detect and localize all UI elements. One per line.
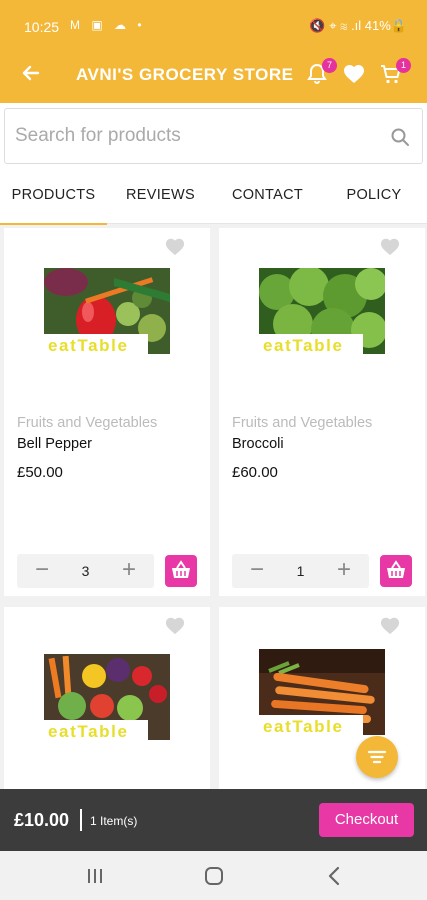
basket-icon [387, 560, 405, 578]
product-card[interactable]: eatTable Fruits and Vegetables Broccoli … [219, 228, 425, 596]
app-bar: AVNI'S GROCERY STORE 7 1 [0, 50, 427, 100]
brand-logo-strip: eatTable [259, 715, 363, 739]
product-card[interactable]: eatTable Fruits and Vegetables Bell Pepp… [4, 228, 210, 596]
brand-logo-strip: eatTable [44, 720, 148, 744]
notifications-button[interactable]: 7 [305, 58, 337, 88]
recents-icon[interactable] [80, 863, 110, 889]
tab-policy[interactable]: POLICY [321, 167, 427, 224]
home-icon[interactable] [199, 863, 229, 889]
minus-icon[interactable]: − [25, 554, 59, 588]
heart-icon [344, 65, 364, 83]
quantity-value: 3 [81, 563, 90, 579]
tab-products[interactable]: PRODUCTS [0, 167, 107, 225]
product-price: £60.00 [232, 464, 278, 481]
wishlist-button[interactable] [342, 62, 368, 88]
minus-icon[interactable]: − [240, 554, 274, 588]
app-header: 10:25 M ▣ ☁ • 🔇 ⌖ ≋ .ıl 41%🔒 AVNI'S GROC… [0, 0, 427, 103]
divider [80, 809, 82, 831]
cart-summary-bar: £10.00 1 Item(s) Checkout [0, 789, 427, 851]
cart-total: £10.00 [14, 810, 70, 830]
search-icon[interactable] [390, 127, 410, 147]
brand-logo-strip: eatTable [259, 334, 363, 358]
product-name[interactable]: Broccoli [232, 436, 284, 452]
quantity-value: 1 [296, 563, 305, 579]
add-to-basket-button[interactable] [165, 555, 197, 587]
heart-icon[interactable] [379, 236, 401, 256]
quantity-stepper: − 1 + [232, 554, 369, 588]
filter-icon [367, 750, 387, 764]
cart-item-count: 1 Item(s) [90, 814, 138, 828]
plus-icon[interactable]: + [112, 554, 146, 588]
search-section [0, 103, 427, 167]
product-category: Fruits and Vegetables [17, 415, 158, 431]
heart-icon[interactable] [164, 236, 186, 256]
brand-logo-strip: eatTable [44, 334, 148, 358]
product-name[interactable]: Bell Pepper [17, 436, 92, 452]
back-icon[interactable] [320, 863, 350, 889]
cart-badge: 1 [396, 58, 411, 73]
product-card[interactable]: eatTable [4, 607, 210, 789]
search-input[interactable] [15, 119, 375, 153]
add-to-basket-button[interactable] [380, 555, 412, 587]
tab-bar: PRODUCTS REVIEWS CONTACT POLICY [0, 167, 427, 225]
search-box [4, 108, 423, 164]
notification-badge: 7 [322, 58, 337, 73]
status-time: 10:25 [24, 19, 60, 35]
cart-button[interactable]: 1 [379, 58, 411, 88]
heart-icon[interactable] [164, 615, 186, 635]
system-nav-bar [0, 851, 427, 900]
product-category: Fruits and Vegetables [232, 415, 373, 431]
heart-icon[interactable] [379, 615, 401, 635]
back-arrow-icon[interactable] [18, 60, 44, 86]
store-title: AVNI'S GROCERY STORE [76, 65, 294, 84]
status-right-icons: 🔇 ⌖ ≋ .ıl 41%🔒 [309, 18, 407, 33]
checkout-button[interactable]: Checkout [319, 803, 414, 837]
status-bar: 10:25 M ▣ ☁ • 🔇 ⌖ ≋ .ıl 41%🔒 [0, 0, 427, 50]
plus-icon[interactable]: + [327, 554, 361, 588]
quantity-stepper: − 3 + [17, 554, 154, 588]
filter-button[interactable] [356, 736, 398, 778]
tab-reviews[interactable]: REVIEWS [107, 167, 214, 224]
status-left-icons: M ▣ ☁ • [70, 18, 146, 32]
tab-contact[interactable]: CONTACT [214, 167, 321, 224]
basket-icon [172, 560, 190, 578]
product-price: £50.00 [17, 464, 63, 481]
